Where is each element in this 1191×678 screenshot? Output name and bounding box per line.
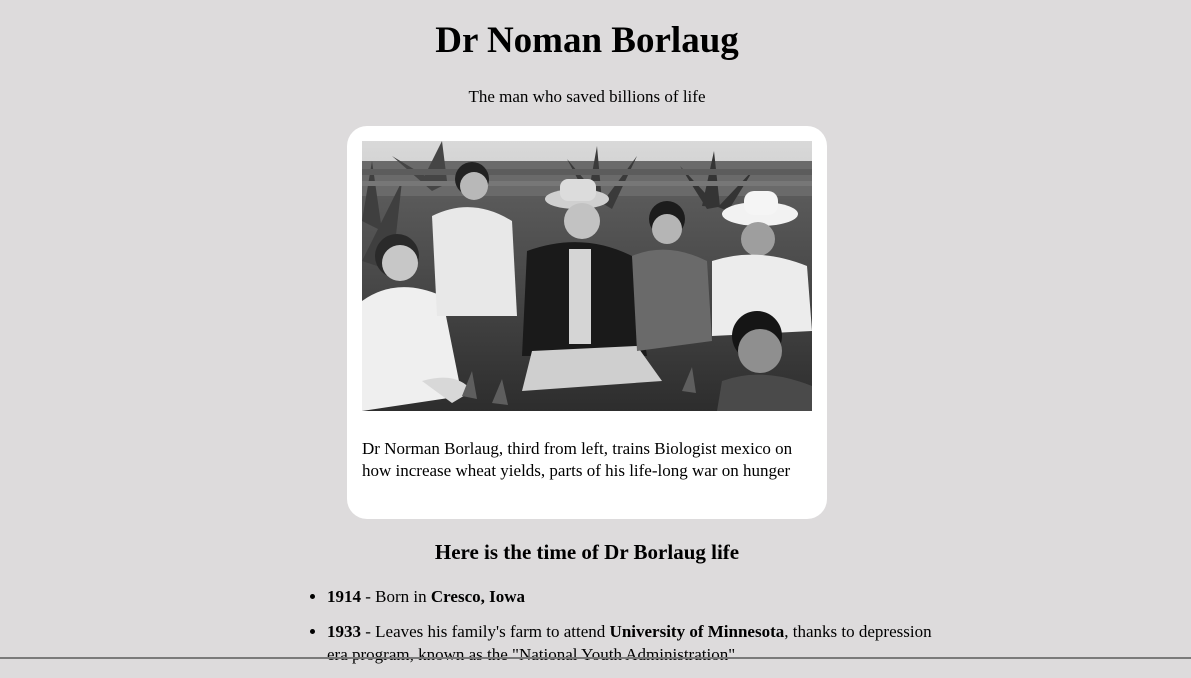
photo-group-in-field-icon	[362, 141, 812, 411]
page-subtitle: The man who saved billions of life	[468, 87, 706, 106]
photo-caption: Dr Norman Borlaug, third from left, trai…	[362, 439, 793, 480]
timeline-text: - Leaves his family's farm to attend	[361, 622, 610, 641]
timeline-year: 1933	[327, 622, 361, 641]
image-card: Dr Norman Borlaug, third from left, trai…	[347, 126, 827, 519]
timeline-text: - Born in	[361, 587, 431, 606]
list-item: 1914 - Born in Cresco, Iowa	[327, 585, 947, 608]
list-item: 1933 - Leaves his family's farm to atten…	[327, 620, 947, 666]
timeline-highlight: Cresco, Iowa	[430, 587, 526, 606]
timeline-list: 1914 - Born in Cresco, Iowa 1933 - Leave…	[287, 585, 947, 678]
timeline-year: 1914	[327, 587, 361, 606]
page-title: Dr Noman Borlaug	[435, 20, 739, 61]
borlaug-photo	[362, 141, 812, 411]
timeline-highlight: University of Minnesota	[609, 622, 785, 641]
timeline-heading: Here is the time of Dr Borlaug life	[434, 540, 740, 564]
main-content: Dr Noman Borlaug The man who saved billi…	[0, 0, 1191, 664]
